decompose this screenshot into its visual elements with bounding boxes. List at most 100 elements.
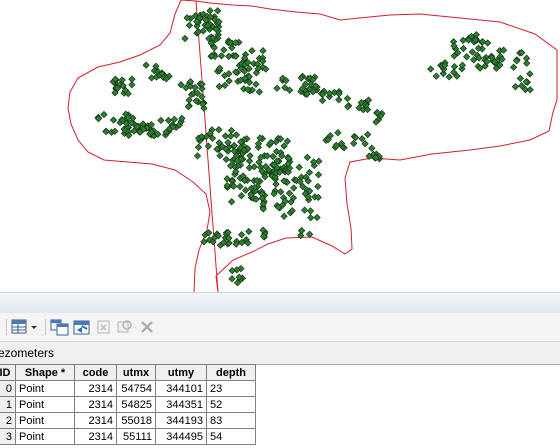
piezometer-point[interactable] xyxy=(224,138,232,147)
piezometer-point[interactable] xyxy=(255,88,264,96)
piezometer-point[interactable] xyxy=(509,63,518,71)
column-header-depth[interactable]: depth xyxy=(206,364,256,381)
cell-code[interactable]: 2314 xyxy=(74,380,117,397)
piezometer-point[interactable] xyxy=(228,275,236,283)
piezometer-point[interactable] xyxy=(193,152,202,160)
window-splitter[interactable] xyxy=(0,292,560,314)
piezometer-point[interactable] xyxy=(303,153,312,162)
piezometer-point[interactable] xyxy=(194,143,203,151)
column-header-utmy[interactable]: utmy xyxy=(155,364,207,381)
piezometer-point[interactable] xyxy=(313,213,321,222)
cell-code[interactable]: 2314 xyxy=(74,396,117,413)
piezometer-point[interactable] xyxy=(217,52,226,60)
piezometer-point[interactable] xyxy=(463,53,471,61)
piezometer-point[interactable] xyxy=(245,227,253,236)
switch-selection-button[interactable] xyxy=(72,318,92,336)
cell-id[interactable]: 1 xyxy=(0,396,16,413)
piezometer-point[interactable] xyxy=(227,126,236,135)
piezometer-point[interactable] xyxy=(248,47,256,55)
clear-selection-button[interactable] xyxy=(95,318,113,336)
piezometer-point[interactable] xyxy=(100,110,108,119)
cell-utmy[interactable]: 344101 xyxy=(155,380,207,397)
piezometer-point[interactable] xyxy=(459,44,468,53)
piezometer-point[interactable] xyxy=(237,192,246,200)
piezometer-point[interactable] xyxy=(227,132,235,140)
cell-code[interactable]: 2314 xyxy=(74,428,117,445)
piezometer-point[interactable] xyxy=(252,80,260,88)
piezometer-point[interactable] xyxy=(142,61,150,69)
cell-shape[interactable]: Point xyxy=(15,380,75,397)
piezometer-point[interactable] xyxy=(259,47,267,55)
piezometer-point[interactable] xyxy=(206,7,214,15)
piezometer-point[interactable] xyxy=(237,231,246,239)
piezometer-point[interactable] xyxy=(445,73,453,81)
piezometer-point[interactable] xyxy=(314,182,322,191)
piezometer-point[interactable] xyxy=(511,83,520,91)
piezometer-point[interactable] xyxy=(225,77,233,85)
piezometer-point[interactable] xyxy=(225,52,233,61)
piezometer-point[interactable] xyxy=(269,152,277,161)
piezometer-point[interactable] xyxy=(450,62,459,71)
cell-depth[interactable]: 54 xyxy=(206,428,256,445)
column-header-code[interactable]: code xyxy=(74,364,117,381)
piezometer-point[interactable] xyxy=(228,266,236,275)
piezometer-point[interactable] xyxy=(335,96,343,104)
piezometer-point[interactable] xyxy=(280,212,288,220)
piezometer-point[interactable] xyxy=(459,36,467,45)
cell-depth[interactable]: 83 xyxy=(206,412,256,429)
cell-id[interactable]: 3 xyxy=(0,428,16,445)
piezometer-point[interactable] xyxy=(246,152,254,160)
cell-utmy[interactable]: 344351 xyxy=(155,396,207,413)
cell-utmy[interactable]: 344193 xyxy=(155,412,207,429)
piezometer-point[interactable] xyxy=(526,86,534,94)
piezometer-point[interactable] xyxy=(318,96,327,105)
cell-utmx[interactable]: 54825 xyxy=(116,396,156,413)
piezometer-point[interactable] xyxy=(516,74,525,83)
column-header-utmx[interactable]: utmx xyxy=(116,364,156,381)
column-header-id[interactable]: ID xyxy=(0,364,16,381)
piezometer-point[interactable] xyxy=(227,198,236,206)
piezometer-point[interactable] xyxy=(215,126,223,134)
table-options-button[interactable] xyxy=(10,318,40,336)
piezometer-point[interactable] xyxy=(185,21,194,30)
piezometer-point[interactable] xyxy=(334,129,342,137)
piezometer-point[interactable] xyxy=(432,72,440,80)
table-row[interactable]: 0 Point 2314 54754 344101 23 xyxy=(0,380,256,397)
piezometer-point[interactable] xyxy=(305,168,314,177)
piezometer-point[interactable] xyxy=(295,163,303,171)
piezometer-point[interactable] xyxy=(314,171,323,179)
cell-shape[interactable]: Point xyxy=(15,428,75,445)
piezometer-point[interactable] xyxy=(170,115,179,124)
piezometer-point[interactable] xyxy=(350,139,358,148)
cell-code[interactable]: 2314 xyxy=(74,412,117,429)
piezometer-point[interactable] xyxy=(232,131,241,139)
piezometer-point[interactable] xyxy=(128,75,136,83)
cell-shape[interactable]: Point xyxy=(15,396,75,413)
cell-depth[interactable]: 23 xyxy=(206,380,256,397)
zoom-to-selected-button[interactable] xyxy=(116,318,134,336)
table-tab[interactable]: ezometers xyxy=(0,342,560,365)
cell-id[interactable]: 2 xyxy=(0,412,16,429)
piezometer-point[interactable] xyxy=(215,82,223,91)
piezometer-point[interactable] xyxy=(109,116,118,124)
piezometer-point[interactable] xyxy=(526,70,534,78)
delete-selected-button[interactable] xyxy=(138,318,156,336)
piezometer-point[interactable] xyxy=(181,34,189,43)
table-row[interactable]: 2 Point 2314 55018 344193 83 xyxy=(0,412,256,429)
piezometer-point[interactable] xyxy=(300,206,309,214)
map-view[interactable] xyxy=(0,0,560,292)
piezometer-point[interactable] xyxy=(199,27,207,35)
piezometer-point[interactable] xyxy=(164,116,173,125)
piezometer-point[interactable] xyxy=(221,81,229,90)
piezometer-point[interactable] xyxy=(222,155,230,164)
piezometer-point[interactable] xyxy=(315,157,323,165)
piezometer-point[interactable] xyxy=(214,7,222,15)
table-row[interactable]: 1 Point 2314 54825 344351 52 xyxy=(0,396,256,413)
piezometer-point[interactable] xyxy=(307,214,315,222)
piezometer-point[interactable] xyxy=(484,39,492,47)
piezometer-point[interactable] xyxy=(220,46,228,54)
piezometer-point[interactable] xyxy=(250,163,258,171)
cell-utmx[interactable]: 54754 xyxy=(116,380,156,397)
piezometer-point[interactable] xyxy=(216,151,224,160)
piezometer-point[interactable] xyxy=(290,184,298,192)
